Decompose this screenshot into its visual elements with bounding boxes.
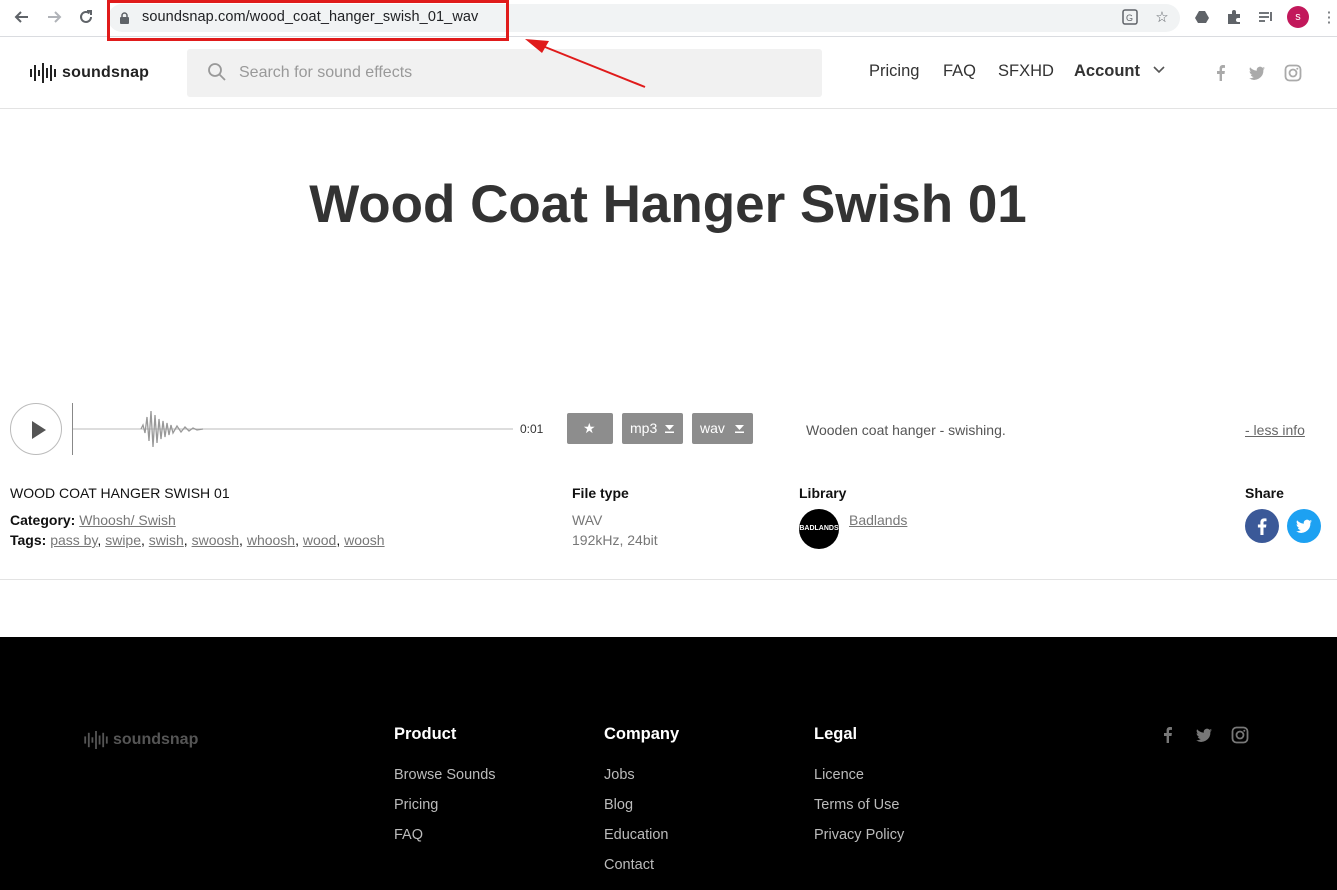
footer-logo[interactable]: soundsnap bbox=[84, 731, 198, 749]
footer-link-licence[interactable]: Licence bbox=[814, 767, 864, 783]
site-footer: soundsnap Product Browse Sounds Pricing … bbox=[0, 637, 1337, 890]
browser-menu-icon[interactable]: ⋮ bbox=[1320, 9, 1337, 27]
instagram-icon[interactable] bbox=[1231, 726, 1249, 744]
bookmark-star-icon[interactable]: ☆ bbox=[1153, 9, 1171, 27]
library-heading: Library bbox=[799, 485, 847, 501]
reload-icon[interactable] bbox=[75, 8, 97, 28]
category-link[interactable]: Whoosh/ Swish bbox=[79, 512, 175, 528]
tags-line: Tags: pass by, swipe, swish, swoosh, who… bbox=[10, 532, 385, 548]
download-icon bbox=[665, 425, 674, 433]
back-icon[interactable] bbox=[11, 8, 33, 28]
twitter-icon[interactable] bbox=[1248, 64, 1266, 82]
file-type-value: WAV bbox=[572, 512, 603, 528]
search-icon bbox=[208, 63, 226, 81]
instagram-icon[interactable] bbox=[1284, 64, 1302, 82]
play-button[interactable] bbox=[10, 403, 62, 455]
share-heading: Share bbox=[1245, 485, 1284, 501]
twitter-icon bbox=[1296, 519, 1312, 533]
svg-text:G: G bbox=[1126, 13, 1133, 23]
sound-description: Wooden coat hanger - swishing. bbox=[806, 422, 1006, 438]
library-link[interactable]: Badlands bbox=[849, 512, 907, 528]
nav-sfxhd[interactable]: SFXHD bbox=[998, 62, 1054, 81]
search-input[interactable] bbox=[239, 61, 799, 85]
star-icon: ★ bbox=[583, 420, 596, 436]
footer-link-pricing[interactable]: Pricing bbox=[394, 797, 438, 813]
facebook-icon bbox=[1257, 518, 1267, 535]
logo-text: soundsnap bbox=[62, 64, 150, 81]
download-icon bbox=[735, 425, 744, 433]
profile-avatar[interactable]: s bbox=[1287, 6, 1309, 28]
twitter-icon[interactable] bbox=[1195, 726, 1213, 744]
search-box[interactable] bbox=[187, 49, 822, 97]
reading-list-icon[interactable] bbox=[1257, 9, 1275, 27]
download-mp3-button[interactable]: mp3 bbox=[622, 413, 683, 444]
facebook-icon[interactable] bbox=[1212, 64, 1230, 82]
logo-waveform-icon bbox=[84, 731, 108, 749]
tag-link[interactable]: swoosh bbox=[192, 532, 239, 548]
footer-company-heading: Company bbox=[604, 725, 680, 743]
translate-icon[interactable]: G bbox=[1121, 9, 1139, 27]
share-twitter-button[interactable] bbox=[1287, 509, 1321, 543]
drive-extension-icon[interactable] bbox=[1193, 9, 1211, 27]
tag-link[interactable]: swipe bbox=[105, 532, 141, 548]
tag-link[interactable]: wood bbox=[303, 532, 336, 548]
soundsnap-logo[interactable]: soundsnap bbox=[30, 61, 149, 85]
chevron-down-icon[interactable] bbox=[1152, 65, 1166, 75]
play-icon bbox=[32, 421, 46, 439]
section-divider bbox=[0, 579, 1337, 580]
category-line: Category: Whoosh/ Swish bbox=[10, 512, 176, 528]
footer-link-faq[interactable]: FAQ bbox=[394, 827, 423, 843]
footer-link-education[interactable]: Education bbox=[604, 827, 669, 843]
file-spec-value: 192kHz, 24bit bbox=[572, 532, 658, 548]
footer-link-privacy[interactable]: Privacy Policy bbox=[814, 827, 904, 843]
site-header: soundsnap Pricing FAQ SFXHD Account bbox=[0, 37, 1337, 109]
tag-link[interactable]: pass by bbox=[50, 532, 97, 548]
tag-link[interactable]: woosh bbox=[344, 532, 384, 548]
nav-pricing[interactable]: Pricing bbox=[869, 62, 919, 81]
less-info-link[interactable]: - less info bbox=[1245, 422, 1305, 438]
url-highlight-box bbox=[107, 0, 509, 41]
waveform[interactable] bbox=[73, 403, 513, 455]
footer-logo-text: soundsnap bbox=[113, 731, 199, 748]
footer-link-jobs[interactable]: Jobs bbox=[604, 767, 635, 783]
favorite-button[interactable]: ★ bbox=[567, 413, 613, 444]
tag-link[interactable]: whoosh bbox=[247, 532, 295, 548]
forward-icon[interactable] bbox=[43, 8, 65, 28]
mp3-label: mp3 bbox=[630, 420, 658, 436]
sound-title: Wood Coat Hanger Swish 01 bbox=[309, 175, 1027, 234]
nav-faq[interactable]: FAQ bbox=[943, 62, 976, 81]
footer-link-blog[interactable]: Blog bbox=[604, 797, 633, 813]
download-wav-button[interactable]: wav bbox=[692, 413, 753, 444]
library-avatar[interactable]: BADLANDS bbox=[799, 509, 839, 549]
footer-link-browse-sounds[interactable]: Browse Sounds bbox=[394, 767, 496, 783]
duration-label: 0:01 bbox=[520, 422, 544, 436]
footer-link-contact[interactable]: Contact bbox=[604, 857, 654, 873]
footer-legal-heading: Legal bbox=[814, 725, 858, 743]
file-type-heading: File type bbox=[572, 485, 629, 501]
nav-account[interactable]: Account bbox=[1074, 62, 1140, 81]
tag-link[interactable]: swish bbox=[149, 532, 184, 548]
logo-waveform-icon bbox=[30, 63, 56, 83]
share-facebook-button[interactable] bbox=[1245, 509, 1279, 543]
category-label: Category: bbox=[10, 512, 76, 528]
footer-product-heading: Product bbox=[394, 725, 457, 743]
wav-label: wav bbox=[700, 420, 725, 436]
facebook-icon[interactable] bbox=[1159, 726, 1177, 744]
extensions-puzzle-icon[interactable] bbox=[1225, 9, 1243, 27]
footer-link-terms[interactable]: Terms of Use bbox=[814, 797, 899, 813]
tags-label: Tags: bbox=[10, 532, 47, 548]
sound-name-caps: WOOD COAT HANGER SWISH 01 bbox=[10, 485, 230, 501]
